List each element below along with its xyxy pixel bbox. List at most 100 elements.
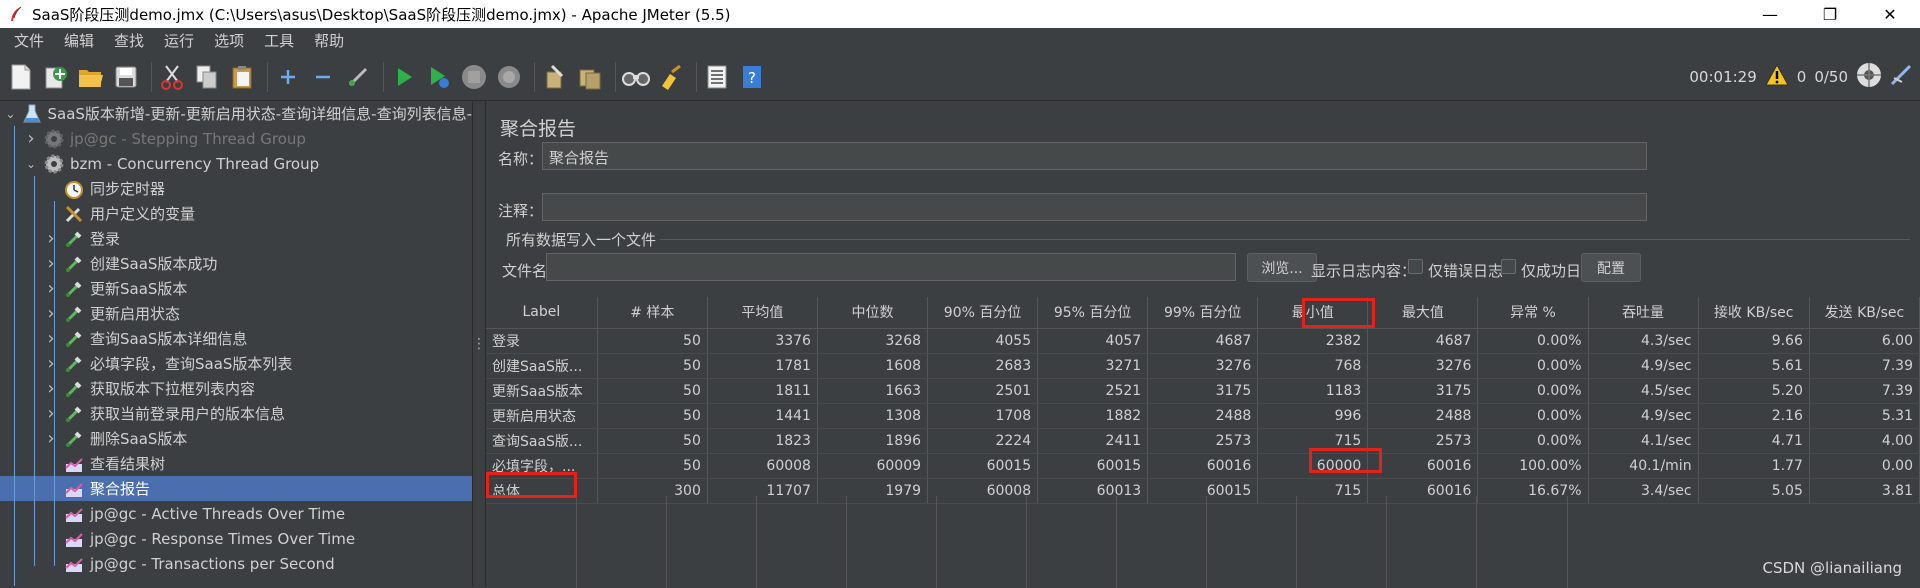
menu-tools[interactable]: 工具: [254, 30, 304, 51]
comment-label: 注释：: [498, 202, 544, 220]
chevron-right-icon[interactable]: ›: [44, 278, 58, 299]
cut-icon[interactable]: [157, 62, 187, 92]
column-header[interactable]: 中位数: [817, 297, 929, 329]
tree-item[interactable]: › 获取版本下拉框列表内容: [0, 376, 472, 401]
chevron-right-icon[interactable]: ›: [44, 403, 58, 424]
save-icon[interactable]: [111, 62, 141, 92]
table-row[interactable]: 更新启用状态 50 1441 1308 1708 1882 2488 996 2488 0.00%…: [486, 403, 1920, 429]
open-icon[interactable]: [76, 62, 106, 92]
browse-button[interactable]: 浏览...: [1247, 253, 1317, 282]
tree-item[interactable]: jp@gc - Transactions per Second: [0, 551, 472, 576]
table-row[interactable]: 创建SaaS版... 50 1781 1608 2683 3271 3276 768 3276 0…: [486, 353, 1920, 379]
toggle-icon[interactable]: [343, 62, 373, 92]
errors-only-checkbox[interactable]: [1408, 259, 1423, 274]
chevron-down-icon[interactable]: ⌄: [24, 157, 38, 171]
column-header[interactable]: 异常 %: [1477, 297, 1589, 329]
chevron-right-icon[interactable]: ›: [44, 428, 58, 449]
menu-help[interactable]: 帮助: [304, 30, 354, 51]
chevron-right-icon[interactable]: ›: [44, 303, 58, 324]
column-header[interactable]: Label: [486, 297, 598, 329]
filename-label: 文件名: [502, 262, 548, 280]
expand-icon[interactable]: [273, 62, 303, 92]
column-header[interactable]: 接收 KB/sec: [1698, 297, 1810, 329]
filename-field[interactable]: [546, 253, 1236, 281]
table-row[interactable]: 必填字段，... 50 60008 60009 60015 60015 60016 60000…: [486, 453, 1920, 479]
column-header[interactable]: 最小值: [1257, 297, 1369, 329]
tree-item[interactable]: 同步定时器: [0, 176, 472, 201]
chevron-right-icon[interactable]: ›: [44, 353, 58, 374]
column-header[interactable]: 99% 百分位: [1147, 297, 1259, 329]
tree-item[interactable]: 查看结果树: [0, 451, 472, 476]
table-cell: 6.00: [1809, 328, 1920, 354]
chevron-right-icon[interactable]: ›: [44, 228, 58, 249]
clear-icon[interactable]: [540, 62, 570, 92]
success-only-checkbox[interactable]: [1501, 259, 1516, 274]
table-row[interactable]: 查询SaaS版... 50 1823 1896 2224 2411 2573 715 2573 0…: [486, 428, 1920, 454]
clear-all-icon[interactable]: [575, 62, 605, 92]
column-header[interactable]: # 样本: [597, 297, 708, 329]
chevron-right-icon[interactable]: ›: [44, 253, 58, 274]
splitter-handle[interactable]: ⋮: [472, 101, 486, 587]
chevron-down-icon[interactable]: ⌄: [4, 107, 17, 121]
warning-icon[interactable]: [1764, 63, 1789, 90]
menu-search[interactable]: 查找: [104, 30, 154, 51]
templates-icon[interactable]: [41, 62, 71, 92]
chevron-right-icon[interactable]: ›: [44, 328, 58, 349]
function-helper-icon[interactable]: [702, 62, 732, 92]
tree-item[interactable]: › 更新启用状态: [0, 301, 472, 326]
column-header[interactable]: 吞吐量: [1588, 297, 1699, 329]
tree-item[interactable]: › 删除SaaS版本: [0, 426, 472, 451]
panel-title: 聚合报告: [500, 118, 577, 140]
table-row[interactable]: 登录 50 3376 3268 4055 4057 4687 2382 4687 0.00% 4.3…: [486, 328, 1920, 354]
tree-item[interactable]: 聚合报告: [0, 476, 472, 501]
close-button[interactable]: ✕: [1860, 0, 1920, 28]
tree-item[interactable]: ⌄ bzm - Concurrency Thread Group: [0, 151, 472, 176]
table-cell: 5.20: [1698, 378, 1810, 404]
configure-button[interactable]: 配置: [1581, 253, 1641, 282]
stop-icon[interactable]: [459, 62, 489, 92]
table-row[interactable]: 更新SaaS版本 50 1811 1663 2501 2521 3175 1183 3175 0.…: [486, 378, 1920, 404]
tree-item[interactable]: 用户定义的变量: [0, 201, 472, 226]
tree-item[interactable]: jp@gc - Active Threads Over Time: [0, 501, 472, 526]
new-icon[interactable]: [6, 62, 36, 92]
tree-item[interactable]: ⌄ SaaS版本新增-更新-更新启用状态-查询详细信息-查询列表信息-: [0, 101, 472, 126]
table-cell: 2382: [1257, 328, 1369, 354]
table-cell: 9.66: [1698, 328, 1810, 354]
shutdown-icon[interactable]: [494, 62, 524, 92]
comment-field[interactable]: [542, 193, 1647, 221]
start-icon[interactable]: [389, 62, 419, 92]
column-header[interactable]: 90% 百分位: [927, 297, 1039, 329]
maximize-button[interactable]: ❐: [1800, 0, 1860, 28]
column-header[interactable]: 最大值: [1367, 297, 1479, 329]
table-cell: 4.71: [1698, 428, 1810, 454]
tree-item[interactable]: › 查询SaaS版本详细信息: [0, 326, 472, 351]
table-cell: 4.00: [1809, 428, 1920, 454]
name-label: 名称：: [498, 150, 544, 168]
menu-edit[interactable]: 编辑: [54, 30, 104, 51]
tree-item[interactable]: › 创建SaaS版本成功: [0, 251, 472, 276]
paste-icon[interactable]: [227, 62, 257, 92]
reset-search-icon[interactable]: [656, 62, 686, 92]
chevron-right-icon[interactable]: ›: [24, 128, 38, 149]
menu-run[interactable]: 运行: [154, 30, 204, 51]
tree-item[interactable]: jp@gc - Response Times Over Time: [0, 526, 472, 551]
column-header[interactable]: 发送 KB/sec: [1809, 297, 1920, 329]
tree-item[interactable]: › 获取当前登录用户的版本信息: [0, 401, 472, 426]
tree-item[interactable]: › 必填字段，查询SaaS版本列表: [0, 351, 472, 376]
menu-options[interactable]: 选项: [204, 30, 254, 51]
start-no-pauses-icon[interactable]: [424, 62, 454, 92]
tree-item[interactable]: › 登录: [0, 226, 472, 251]
help-icon[interactable]: ?: [737, 62, 767, 92]
menu-file[interactable]: 文件: [4, 30, 54, 51]
column-header[interactable]: 95% 百分位: [1037, 297, 1149, 329]
name-field[interactable]: 聚合报告: [542, 142, 1647, 170]
column-header[interactable]: 平均值: [707, 297, 818, 329]
chevron-right-icon[interactable]: ›: [44, 378, 58, 399]
collapse-icon[interactable]: [308, 62, 338, 92]
tree-item[interactable]: › jp@gc - Stepping Thread Group: [0, 126, 472, 151]
copy-icon[interactable]: [192, 62, 222, 92]
tree-item[interactable]: › 更新SaaS版本: [0, 276, 472, 301]
minimize-button[interactable]: —: [1740, 0, 1800, 28]
table-cell: 更新启用状态: [486, 403, 598, 429]
search-icon[interactable]: [621, 62, 651, 92]
